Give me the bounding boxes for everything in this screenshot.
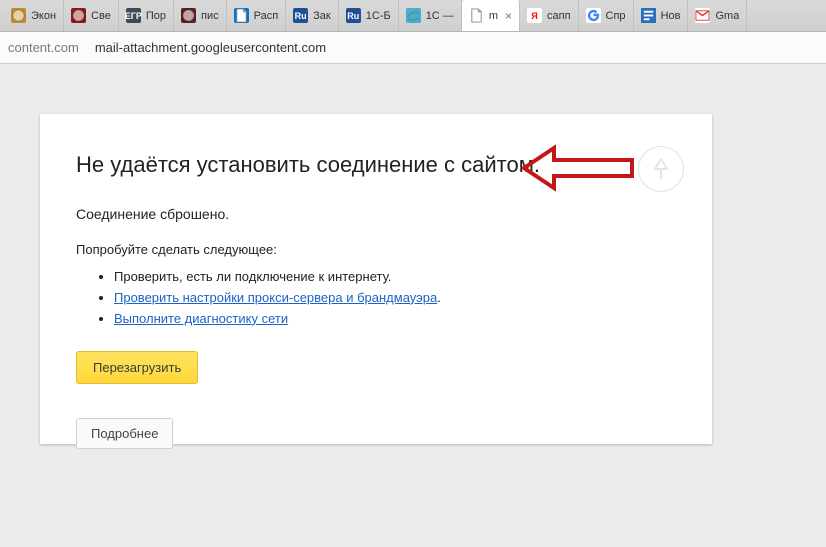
- tab-6[interactable]: Ru 1С-Б: [339, 0, 399, 31]
- tab-9[interactable]: Ясапп: [520, 0, 579, 31]
- tab-7[interactable]: 1С —: [399, 0, 462, 31]
- favicon-icon: [181, 8, 196, 23]
- reload-button[interactable]: Перезагрузить: [76, 351, 198, 384]
- tab-4[interactable]: Расп: [227, 0, 287, 31]
- favicon-icon: [406, 8, 421, 23]
- tab-1[interactable]: Све: [64, 0, 119, 31]
- tab-label: m: [489, 10, 498, 22]
- tab-5[interactable]: Ru Зак: [286, 0, 339, 31]
- tab-label: Све: [91, 10, 111, 22]
- yandex-logo-icon: [638, 146, 684, 192]
- favicon-icon: [11, 8, 26, 23]
- tab-label: 1С-Б: [366, 10, 391, 22]
- favicon-icon: [695, 8, 710, 23]
- address-right: mail-attachment.googleusercontent.com: [95, 40, 326, 55]
- tab-label: Экон: [31, 10, 56, 22]
- favicon-icon: Я: [527, 8, 542, 23]
- list-item: Проверить настройки прокси-сервера и бра…: [114, 288, 676, 309]
- suggestion-link[interactable]: Проверить настройки прокси-сервера и бра…: [114, 290, 437, 305]
- tab-label: 1С —: [426, 10, 454, 22]
- favicon-icon: ЕГР: [126, 8, 141, 23]
- suggestion-link[interactable]: Выполните диагностику сети: [114, 311, 288, 326]
- address-bar[interactable]: content.com mail-attachment.googleuserco…: [0, 32, 826, 64]
- tab-11[interactable]: Нов: [634, 0, 689, 31]
- tab-label: Спр: [606, 10, 626, 22]
- tab-label: сапп: [547, 10, 571, 22]
- close-icon[interactable]: ×: [503, 9, 512, 23]
- favicon-icon: [469, 8, 484, 23]
- address-left: content.com: [8, 40, 79, 55]
- tab-8[interactable]: m×: [462, 0, 520, 31]
- tab-label: Расп: [254, 10, 279, 22]
- error-card: Не удаётся установить соединение с сайто…: [40, 114, 712, 444]
- tab-label: Gma: [715, 10, 739, 22]
- favicon-icon: [641, 8, 656, 23]
- tab-10[interactable]: Спр: [579, 0, 634, 31]
- error-suggestion-list: Проверить, есть ли подключение к интерне…: [76, 267, 676, 329]
- tab-2[interactable]: ЕГР Пор: [119, 0, 174, 31]
- list-item: Выполните диагностику сети: [114, 309, 676, 330]
- tab-strip: ЭконСвеЕГРПорписРаспRuЗакRu1С-Б1С —m×Яса…: [0, 0, 826, 32]
- annotation-arrow-icon: [520, 144, 636, 192]
- tab-label: пис: [201, 10, 219, 22]
- tab-label: Зак: [313, 10, 331, 22]
- tab-label: Нов: [661, 10, 681, 22]
- tab-12[interactable]: Gma: [688, 0, 747, 31]
- page-area: Не удаётся установить соединение с сайто…: [0, 64, 826, 547]
- error-hint: Попробуйте сделать следующее:: [76, 242, 676, 257]
- tab-label: Пор: [146, 10, 166, 22]
- details-button[interactable]: Подробнее: [76, 418, 173, 449]
- favicon-icon: [234, 8, 249, 23]
- error-subtitle: Соединение сброшено.: [76, 206, 676, 222]
- tab-0[interactable]: Экон: [4, 0, 64, 31]
- favicon-icon: [71, 8, 86, 23]
- favicon-icon: [586, 8, 601, 23]
- favicon-icon: Ru: [293, 8, 308, 23]
- list-item: Проверить, есть ли подключение к интерне…: [114, 267, 676, 288]
- favicon-icon: Ru: [346, 8, 361, 23]
- tab-3[interactable]: пис: [174, 0, 227, 31]
